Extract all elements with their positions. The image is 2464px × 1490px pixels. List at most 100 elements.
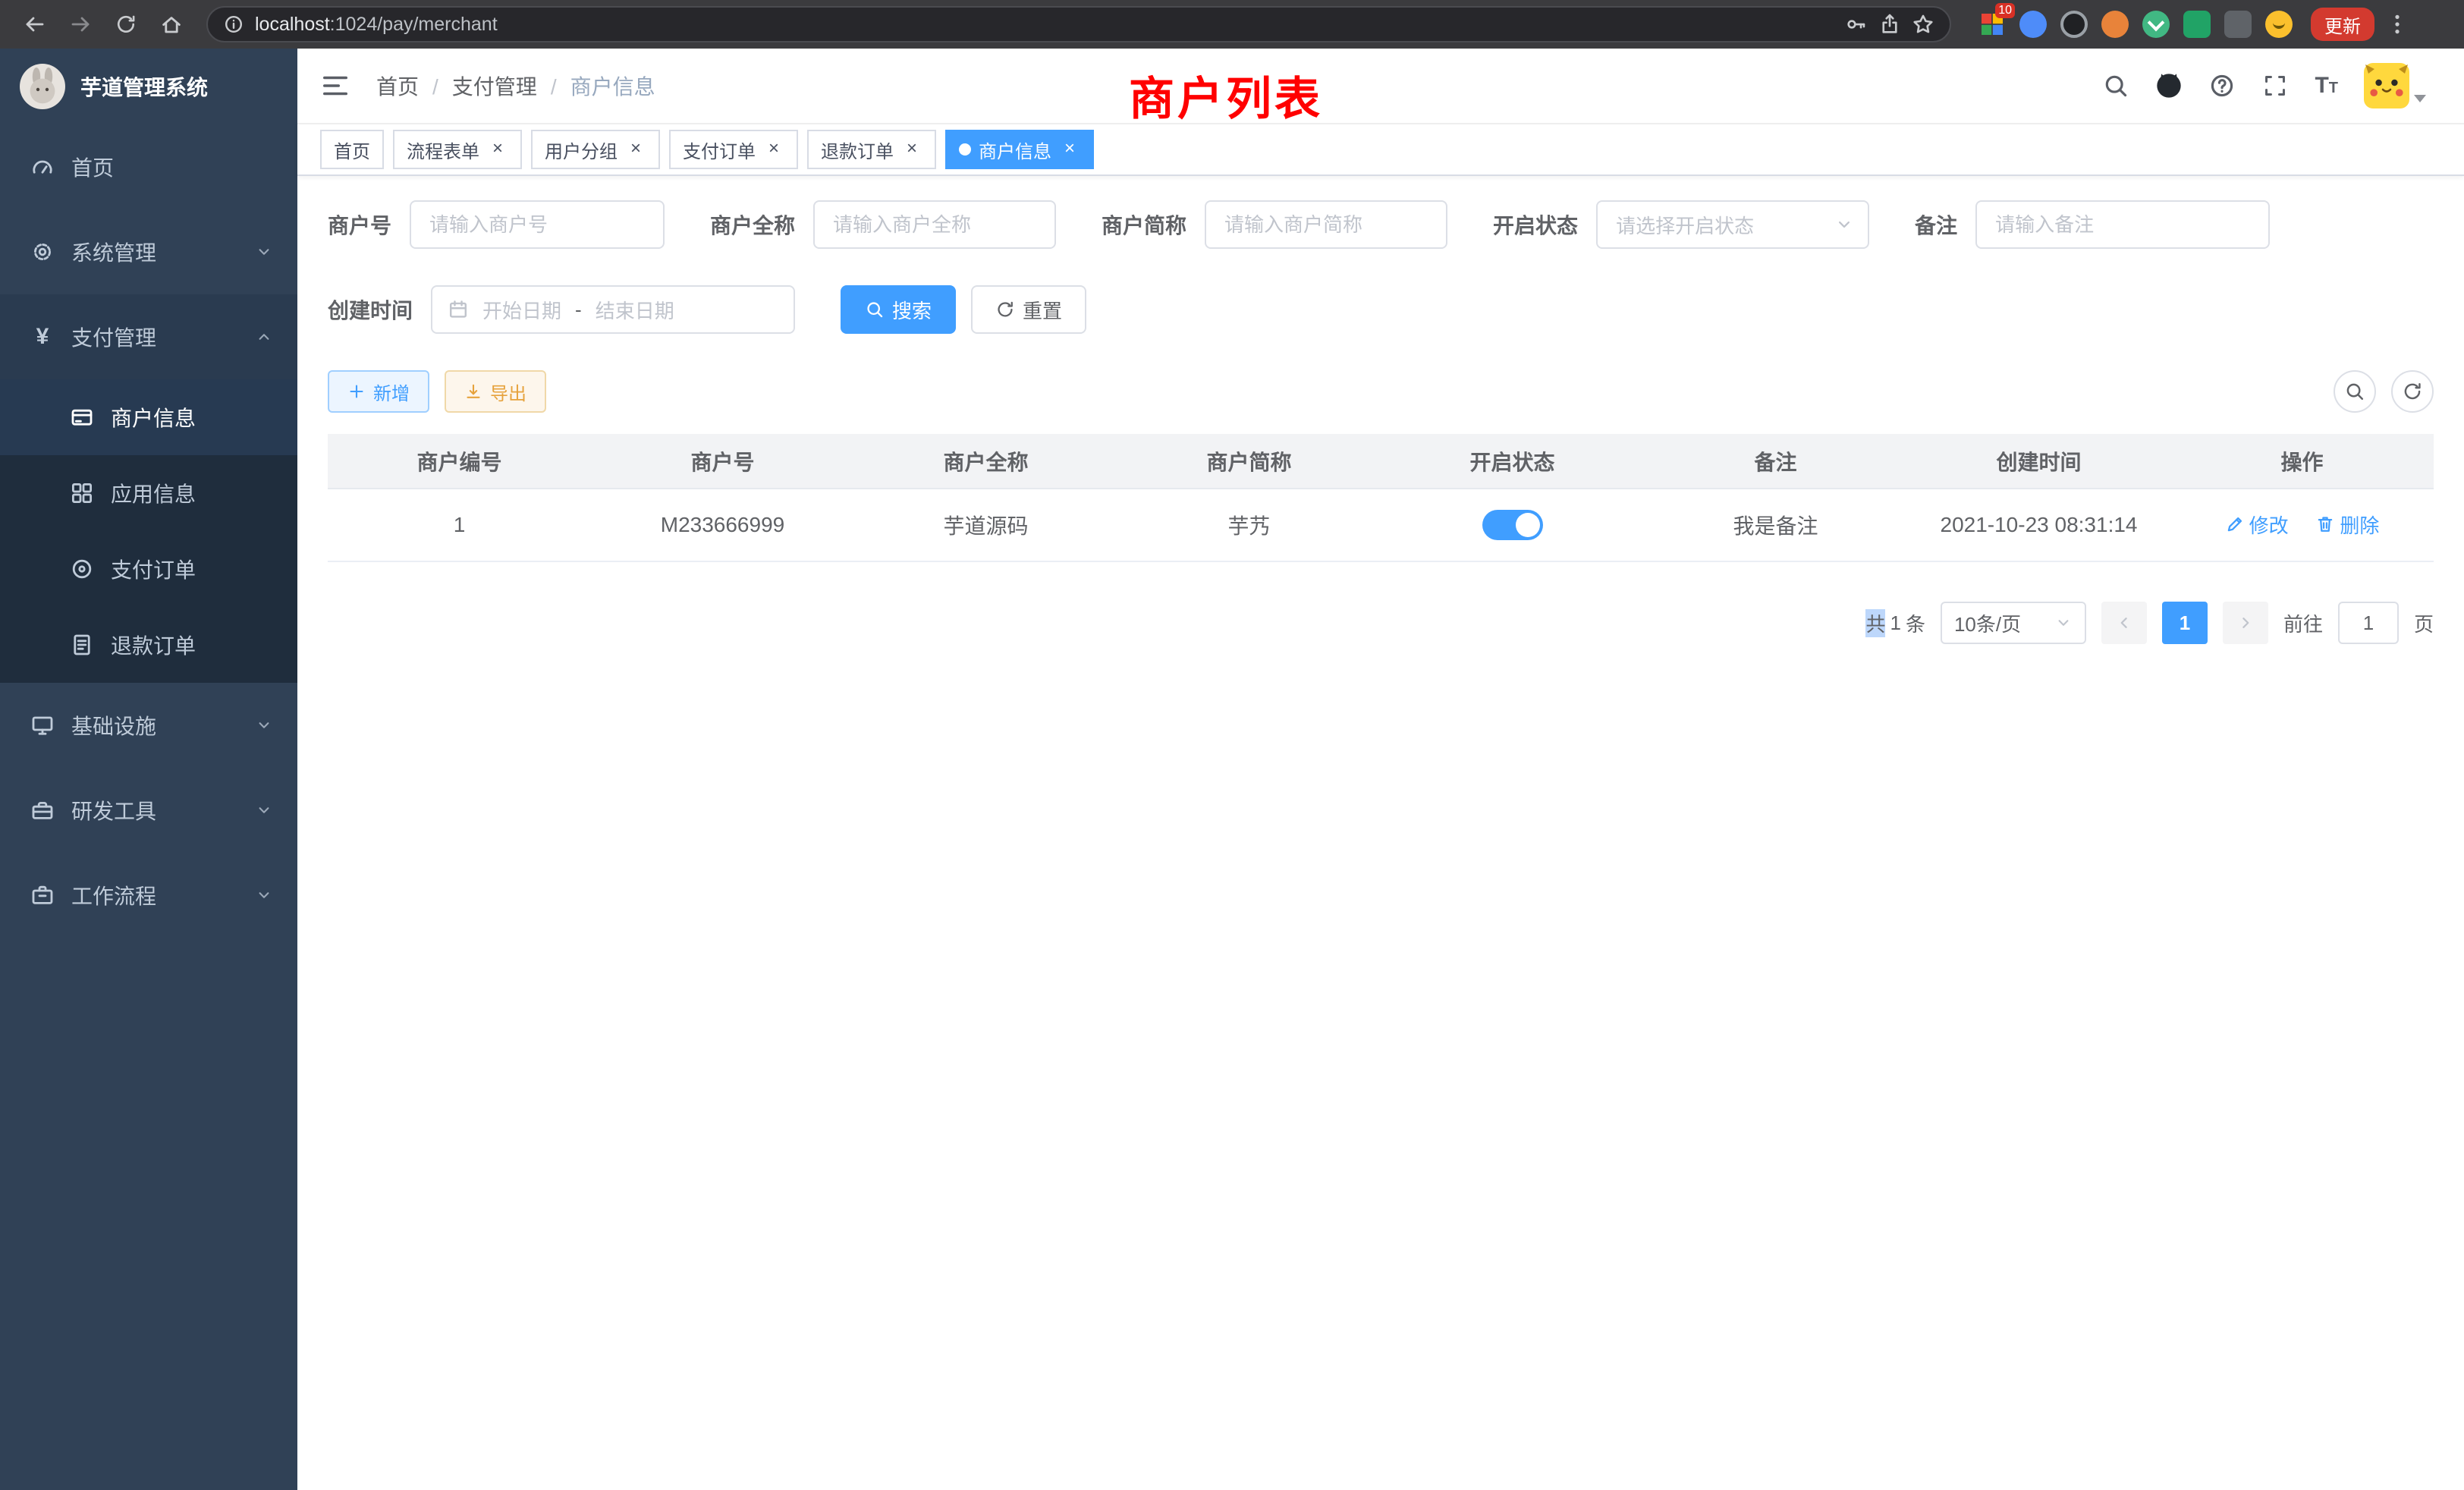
short-name-input[interactable] — [1205, 200, 1447, 249]
browser-forward-button[interactable] — [61, 5, 100, 44]
sidebar-item-label: 工作流程 — [71, 880, 156, 910]
extension-icon-6[interactable] — [2183, 11, 2211, 38]
font-size-icon[interactable] — [2315, 73, 2338, 99]
sidebar-item-merchant-info[interactable]: 商户信息 — [0, 379, 297, 455]
extension-icon-1[interactable]: 10 — [1978, 11, 2006, 38]
app-frame: 芋道管理系统 首页 系统管理 支付管理 — [0, 49, 2464, 1490]
field-label: 备注 — [1915, 209, 1957, 240]
browser-chrome: localhost:1024/pay/merchant 10 更新 — [0, 0, 2464, 49]
extension-icon-4[interactable] — [2101, 11, 2129, 38]
remark-input[interactable] — [1975, 200, 2270, 249]
cell-full-name: 芋道源码 — [854, 489, 1117, 561]
sidebar-item-infrastructure[interactable]: 基础设施 — [0, 683, 297, 768]
screen: localhost:1024/pay/merchant 10 更新 — [0, 0, 2464, 1490]
github-icon[interactable] — [2155, 72, 2183, 99]
browser-reload-button[interactable] — [106, 5, 146, 44]
chevron-down-icon — [1834, 215, 1854, 234]
sidebar-item-home[interactable]: 首页 — [0, 124, 297, 209]
tab-label: 退款订单 — [821, 137, 894, 163]
date-separator: - — [575, 298, 582, 322]
extension-icon-7[interactable] — [2224, 11, 2252, 38]
sidebar-item-label: 应用信息 — [111, 478, 196, 508]
extension-icon-3[interactable] — [2060, 11, 2088, 38]
edit-button[interactable]: 修改 — [2225, 511, 2289, 539]
page-size-select[interactable]: 10条/页 — [1941, 602, 2086, 644]
export-button[interactable]: 导出 — [445, 370, 546, 413]
extension-icon-5[interactable] — [2142, 11, 2170, 38]
bookmark-star-icon[interactable] — [1912, 13, 1934, 36]
goto-page-input[interactable] — [2338, 602, 2399, 644]
browser-menu-icon[interactable] — [2381, 5, 2414, 44]
tab-merchant-info[interactable]: 商户信息 — [945, 130, 1094, 169]
gear-icon — [30, 240, 55, 264]
delete-button[interactable]: 删除 — [2315, 511, 2379, 539]
calendar-icon — [448, 299, 469, 320]
prev-page-button[interactable] — [2101, 602, 2147, 644]
search-button[interactable]: 搜索 — [841, 285, 956, 334]
fullscreen-icon[interactable] — [2261, 72, 2289, 99]
tab-pay-order[interactable]: 支付订单 — [669, 130, 798, 169]
user-avatar[interactable] — [2364, 63, 2426, 108]
status-toggle[interactable] — [1482, 510, 1543, 540]
add-button[interactable]: 新增 — [328, 370, 429, 413]
extension-icon-2[interactable] — [2019, 11, 2047, 38]
filter-status: 开启状态 请选择开启状态 — [1493, 200, 1869, 249]
breadcrumb-pay[interactable]: 支付管理 — [452, 71, 570, 101]
tab-home[interactable]: 首页 — [320, 130, 384, 169]
field-label: 商户号 — [328, 209, 391, 240]
tags-view-bar: 首页 流程表单 用户分组 支付订单 退款订单 商户信息 — [297, 124, 2464, 176]
tab-process-form[interactable]: 流程表单 — [393, 130, 522, 169]
tab-user-group[interactable]: 用户分组 — [531, 130, 660, 169]
cell-merchant-id: 1 — [328, 489, 591, 561]
end-date-placeholder: 结束日期 — [596, 296, 674, 324]
tab-refund-order[interactable]: 退款订单 — [807, 130, 936, 169]
sidebar-toggle-icon[interactable] — [320, 69, 354, 102]
filter-short-name: 商户简称 — [1102, 200, 1447, 249]
dashboard-icon — [30, 155, 55, 179]
sidebar-item-pay-order[interactable]: 支付订单 — [0, 531, 297, 607]
url-bar[interactable]: localhost:1024/pay/merchant — [206, 6, 1951, 42]
sidebar-item-dev-tools[interactable]: 研发工具 — [0, 768, 297, 853]
reset-button[interactable]: 重置 — [971, 285, 1086, 334]
full-name-input[interactable] — [813, 200, 1056, 249]
site-info-icon[interactable] — [223, 14, 244, 35]
extension-icon-8[interactable] — [2265, 11, 2293, 38]
page-number-1[interactable]: 1 — [2162, 602, 2208, 644]
next-page-button[interactable] — [2223, 602, 2268, 644]
sidebar-item-workflow[interactable]: 工作流程 — [0, 853, 297, 938]
browser-back-button[interactable] — [15, 5, 55, 44]
close-icon[interactable] — [625, 139, 646, 160]
browser-update-button[interactable]: 更新 — [2311, 8, 2374, 41]
show-search-button[interactable] — [2334, 370, 2376, 413]
sidebar-item-system[interactable]: 系统管理 — [0, 209, 297, 294]
create-time-range-picker[interactable]: 开始日期 - 结束日期 — [431, 285, 795, 334]
browser-home-button[interactable] — [152, 5, 191, 44]
sidebar-item-pay[interactable]: 支付管理 — [0, 294, 297, 379]
goto-label: 前往 — [2283, 609, 2323, 637]
close-icon[interactable] — [901, 139, 922, 160]
help-icon[interactable] — [2208, 72, 2236, 99]
col-create-time: 创建时间 — [1907, 434, 2170, 489]
status-select[interactable]: 请选择开启状态 — [1596, 200, 1869, 249]
sidebar-item-label: 系统管理 — [71, 237, 156, 267]
close-icon[interactable] — [1059, 139, 1080, 160]
chevron-down-icon — [255, 716, 273, 734]
close-icon[interactable] — [763, 139, 784, 160]
sidebar-item-app-info[interactable]: 应用信息 — [0, 455, 297, 531]
share-icon[interactable] — [1878, 13, 1901, 36]
start-date-placeholder: 开始日期 — [482, 296, 561, 324]
sidebar-item-refund-order[interactable]: 退款订单 — [0, 607, 297, 683]
refresh-table-button[interactable] — [2391, 370, 2434, 413]
breadcrumb-home[interactable]: 首页 — [376, 71, 452, 101]
close-icon[interactable] — [487, 139, 508, 160]
merchant-no-input[interactable] — [410, 200, 665, 249]
sidebar-menu: 首页 系统管理 支付管理 商户信息 — [0, 124, 297, 938]
cell-actions: 修改 删除 — [2170, 489, 2434, 561]
sidebar-item-label: 支付订单 — [111, 554, 196, 584]
password-key-icon[interactable] — [1845, 13, 1868, 36]
chevron-down-icon — [2054, 614, 2073, 632]
button-label: 重置 — [1023, 296, 1062, 324]
page-content: 商户号 商户全称 商户简称 开启状态 请选择开启状态 — [297, 176, 2464, 1490]
toolbox-icon — [30, 798, 55, 822]
search-icon[interactable] — [2102, 72, 2129, 99]
